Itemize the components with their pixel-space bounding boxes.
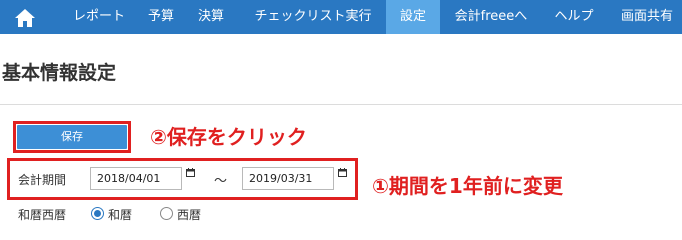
nav-item-checklist[interactable]: チェックリスト実行 xyxy=(243,0,383,34)
top-nav: レポート 予算 決算 チェックリスト実行 設定 会計freeeへ ヘルプ 画面共… xyxy=(0,0,682,34)
home-icon[interactable] xyxy=(14,8,36,28)
radio-japanese-era[interactable] xyxy=(91,207,104,220)
annotation-period: ①期間を1年前に変更 xyxy=(372,174,563,198)
radio-western-label[interactable]: 西暦 xyxy=(177,206,201,223)
calendar-type-label: 和暦西暦 xyxy=(18,208,67,222)
period-separator: ～ xyxy=(214,174,228,189)
nav-item-settings[interactable]: 設定 xyxy=(386,0,440,34)
period-end-input[interactable] xyxy=(242,167,334,190)
nav-item-help[interactable]: ヘルプ xyxy=(542,0,606,34)
nav-item-report[interactable]: レポート xyxy=(64,0,134,34)
nav-item-freee[interactable]: 会計freeeへ xyxy=(445,0,537,34)
calendar-icon[interactable] xyxy=(338,168,347,177)
annotation-save: ②保存をクリック xyxy=(150,125,307,149)
save-button[interactable]: 保存 xyxy=(17,125,127,149)
page-title: 基本情報設定 xyxy=(2,62,117,84)
nav-item-closing[interactable]: 決算 xyxy=(188,0,234,34)
radio-western[interactable] xyxy=(160,207,173,220)
period-start-input[interactable] xyxy=(90,167,182,190)
nav-item-screen-share[interactable]: 画面共有 xyxy=(612,0,682,34)
nav-item-budget[interactable]: 予算 xyxy=(138,0,184,34)
period-label: 会計期間 xyxy=(18,173,67,187)
radio-japanese-era-label[interactable]: 和暦 xyxy=(108,206,132,223)
calendar-icon[interactable] xyxy=(186,168,195,177)
